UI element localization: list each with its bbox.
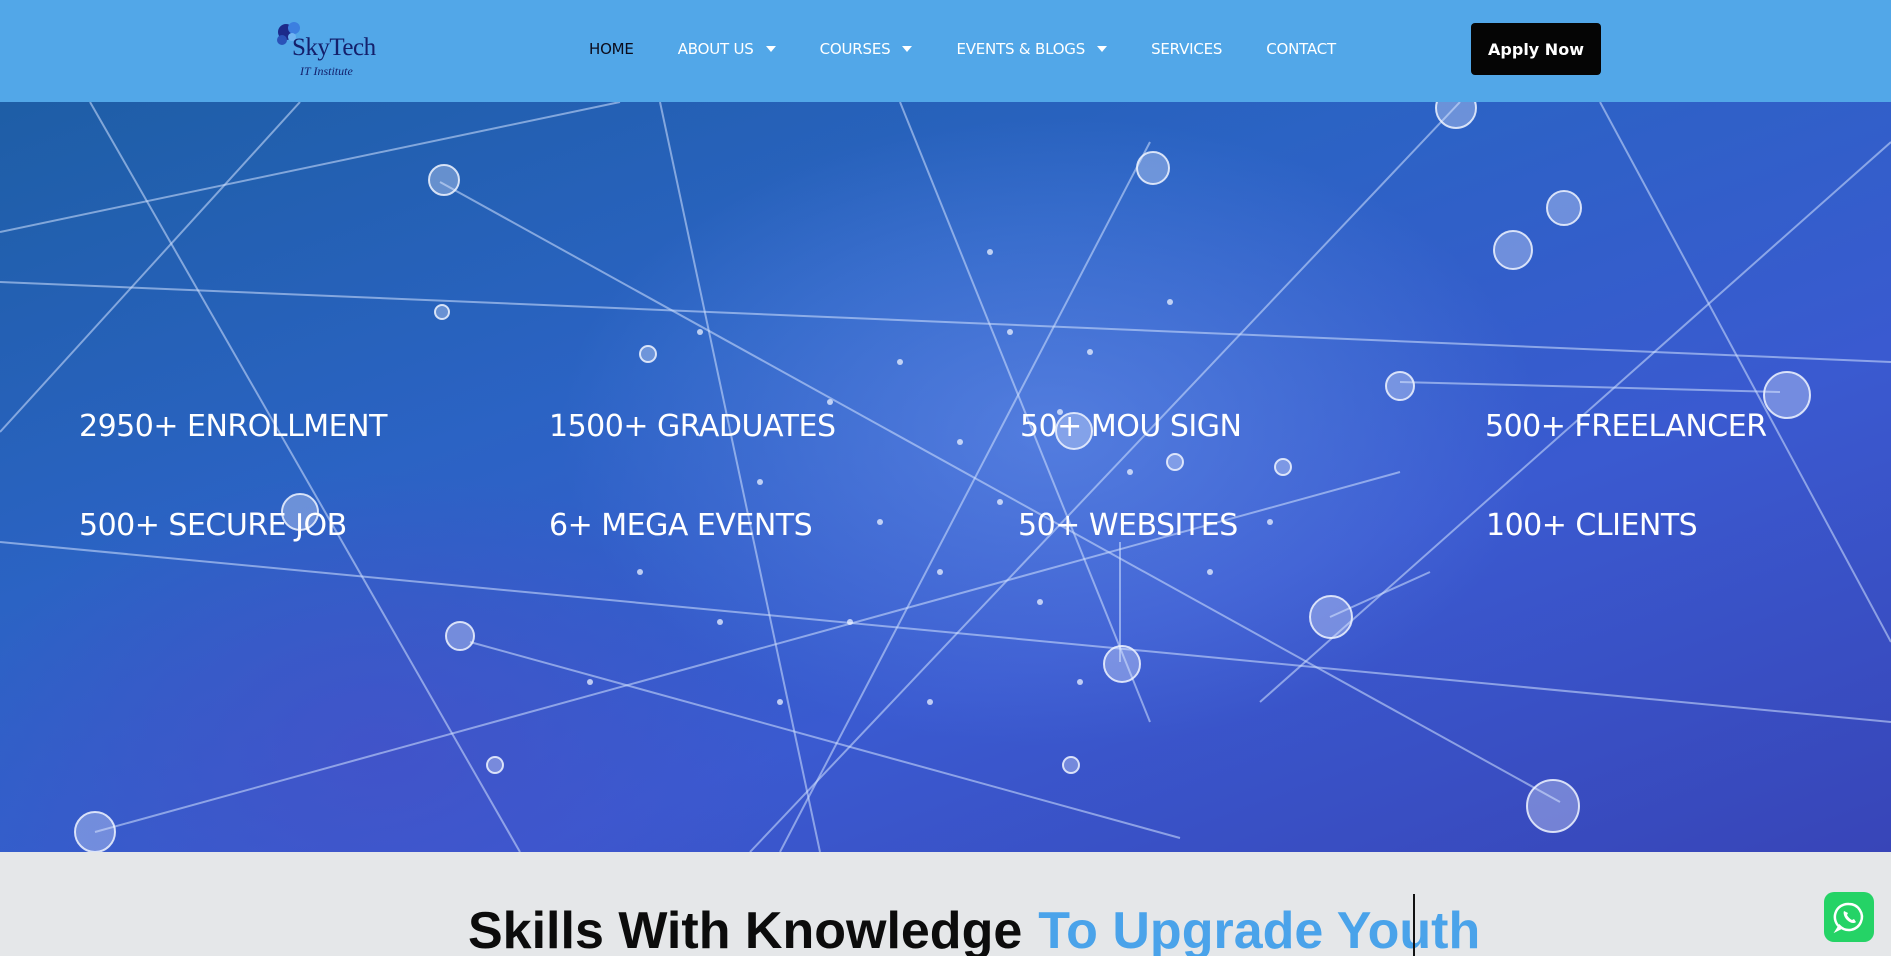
whatsapp-chat-button[interactable]: [1824, 892, 1874, 942]
stat-websites: 50+ WEBSITES: [1018, 508, 1238, 543]
chevron-down-icon: [765, 46, 776, 52]
typing-cursor: [1413, 894, 1415, 956]
nav-about-us[interactable]: ABOUT US: [678, 40, 776, 58]
chevron-down-icon: [1097, 46, 1108, 52]
stats-grid: 2950+ ENROLLMENT 1500+ GRADUATES 50+ MOU…: [0, 102, 1891, 852]
stat-secure-job: 500+ SECURE JOB: [79, 508, 347, 543]
nav-contact[interactable]: CONTACT: [1266, 40, 1336, 58]
nav-courses-label: COURSES: [819, 40, 891, 58]
apply-now-button[interactable]: Apply Now: [1471, 23, 1601, 75]
site-logo[interactable]: SkyTech IT Institute: [272, 20, 376, 80]
nav-contact-label: CONTACT: [1266, 40, 1336, 58]
hero-stats-section: 2950+ ENROLLMENT 1500+ GRADUATES 50+ MOU…: [0, 102, 1891, 852]
nav-events-blogs[interactable]: EVENTS & BLOGS: [956, 40, 1108, 58]
main-nav: HOME ABOUT US COURSES EVENTS & BLOGS SER…: [589, 36, 1380, 62]
chevron-down-icon: [902, 46, 913, 52]
nav-services-label: SERVICES: [1151, 40, 1223, 58]
stat-mega-events: 6+ MEGA EVENTS: [549, 508, 813, 543]
nav-events-blogs-label: EVENTS & BLOGS: [956, 40, 1086, 58]
stat-mou-sign: 50+ MOU SIGN: [1020, 409, 1242, 444]
stat-enrollment: 2950+ ENROLLMENT: [79, 409, 387, 444]
nav-home[interactable]: HOME: [589, 40, 634, 58]
section-heading: Skills With Knowledge To Upgrade Youth: [468, 903, 1480, 956]
nav-home-label: HOME: [589, 40, 634, 58]
stat-freelancer: 500+ FREELANCER: [1485, 409, 1767, 444]
logo-name: SkyTech: [292, 34, 376, 61]
logo-subtitle: IT Institute: [300, 64, 353, 78]
heading-part-1: Skills With Knowledge: [468, 902, 1023, 956]
stat-graduates: 1500+ GRADUATES: [549, 409, 836, 444]
site-header: SkyTech IT Institute HOME ABOUT US COURS…: [0, 0, 1891, 102]
nav-services[interactable]: SERVICES: [1151, 40, 1222, 58]
whatsapp-icon: [1833, 902, 1864, 934]
stat-clients: 100+ CLIENTS: [1486, 508, 1698, 543]
nav-courses[interactable]: COURSES: [820, 40, 913, 58]
nav-about-us-label: ABOUT US: [677, 40, 754, 58]
